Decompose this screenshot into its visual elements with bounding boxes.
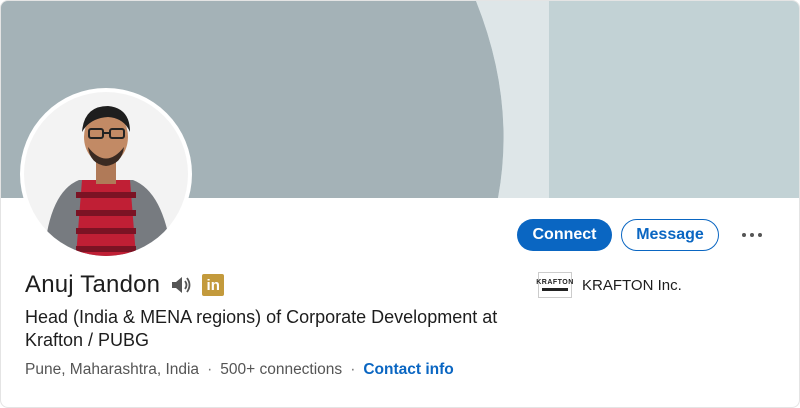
more-icon[interactable]: [742, 219, 762, 251]
company-logo: KRAFTON: [536, 272, 574, 298]
message-button[interactable]: Message: [621, 219, 719, 251]
profile-connections[interactable]: 500+ connections: [220, 361, 342, 379]
profile-name: Anuj Tandon: [25, 271, 161, 298]
name-row: Anuj Tandon in: [25, 271, 225, 299]
profile-card: Connect Message Anuj Tandon in Head (Ind…: [0, 0, 800, 408]
company-logo-text: KRAFTON: [536, 279, 574, 286]
company-name: KRAFTON Inc.: [582, 276, 682, 294]
current-company[interactable]: KRAFTON KRAFTON Inc.: [536, 272, 682, 298]
profile-headline: Head (India & MENA regions) of Corporate…: [25, 307, 498, 350]
linkedin-premium-icon: in: [202, 274, 225, 296]
connect-button[interactable]: Connect: [517, 219, 612, 251]
speaker-icon[interactable]: [170, 275, 192, 295]
separator: ·: [207, 361, 213, 378]
profile-location: Pune, Maharashtra, India: [25, 361, 200, 378]
location-row: Pune, Maharashtra, India · 500+ connecti…: [25, 361, 454, 379]
profile-avatar[interactable]: [24, 92, 188, 256]
contact-info-link[interactable]: Contact info: [363, 361, 453, 379]
separator: ·: [350, 361, 356, 378]
profile-actions: Connect Message: [517, 219, 762, 251]
